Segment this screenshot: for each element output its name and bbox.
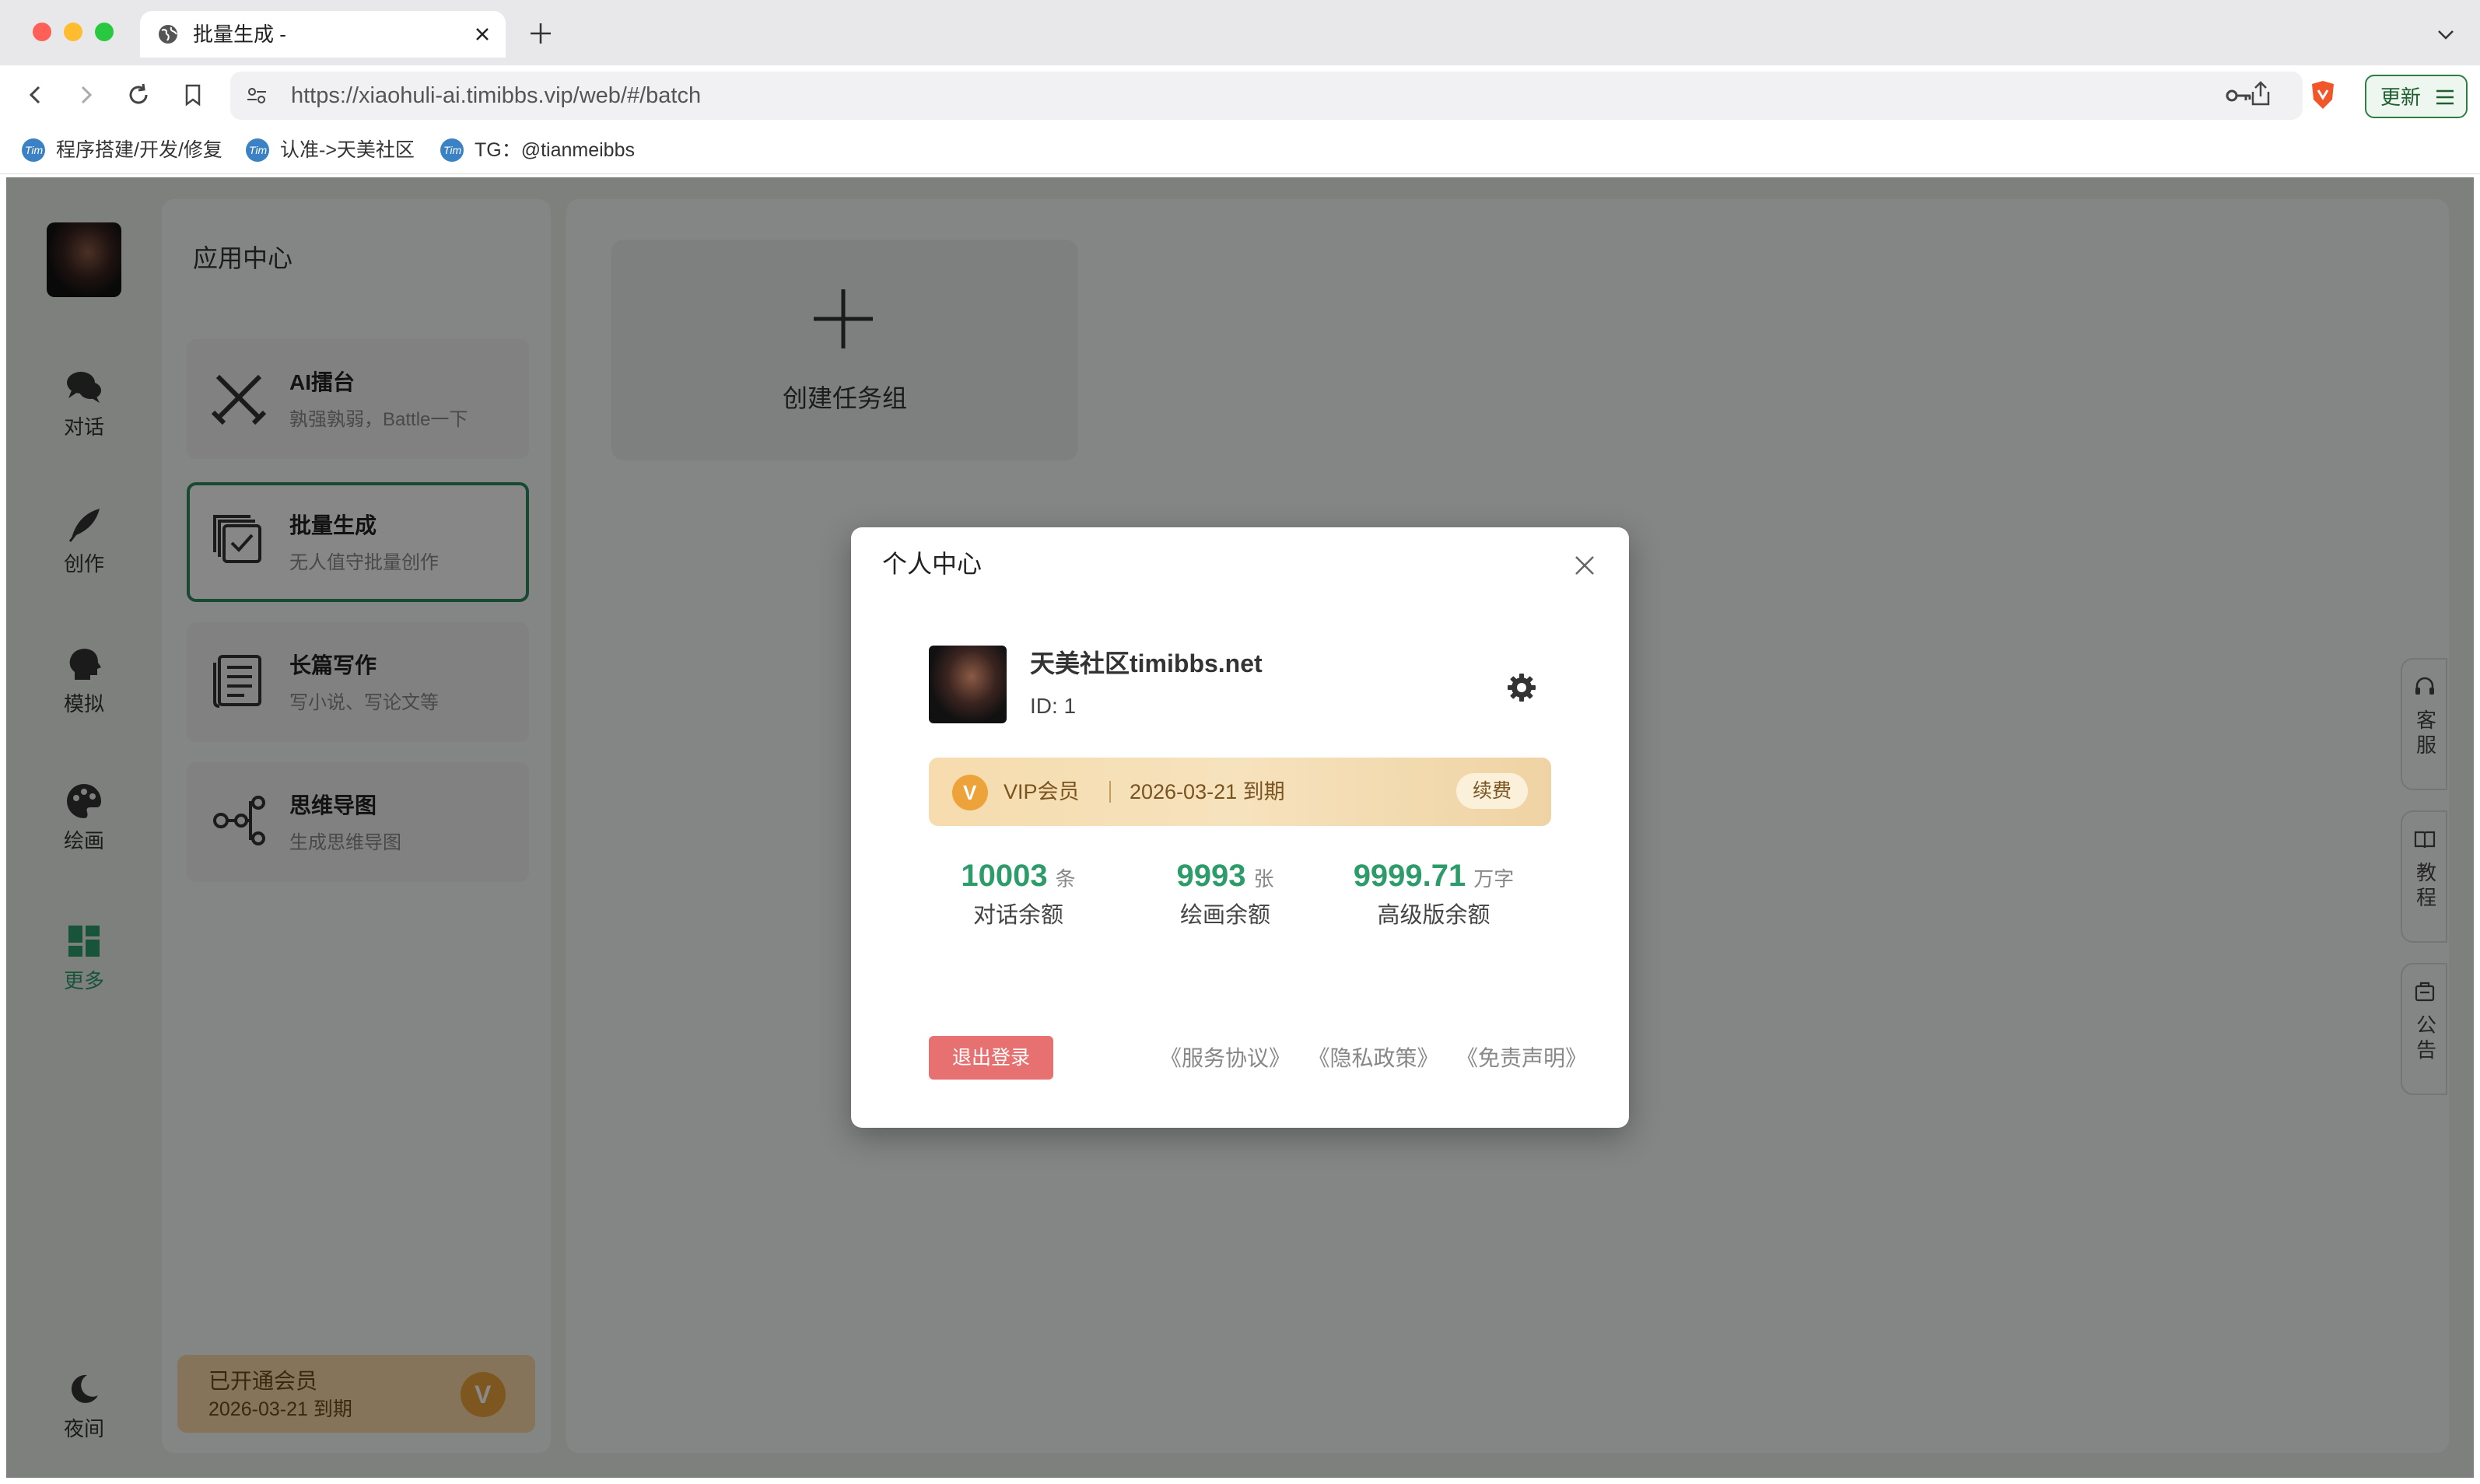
bookmark-favicon-icon: Tim bbox=[246, 138, 269, 162]
globe-icon bbox=[159, 25, 177, 44]
stat-value: 9999.71 bbox=[1353, 859, 1466, 893]
bookmark-item[interactable]: Tim TG：@tianmeibbs bbox=[440, 137, 650, 163]
bookmark-icon[interactable] bbox=[179, 81, 207, 109]
url-text[interactable]: https://xiaohuli-ai.timibbs.vip/web/#/ba… bbox=[291, 83, 701, 108]
bookmark-item[interactable]: Tim 认准->天美社区 bbox=[246, 137, 425, 163]
stat-unit: 条 bbox=[1055, 867, 1076, 891]
service-agreement-link[interactable]: 《服务协议》 bbox=[1160, 1046, 1291, 1070]
hamburger-menu-icon bbox=[2436, 89, 2454, 105]
address-bar[interactable]: https://xiaohuli-ai.timibbs.vip/web/#/ba… bbox=[230, 72, 2303, 120]
browser-toolbar: https://xiaohuli-ai.timibbs.vip/web/#/ba… bbox=[0, 65, 2480, 126]
bookmark-favicon-icon: Tim bbox=[440, 138, 464, 162]
stat-value: 10003 bbox=[961, 859, 1048, 893]
user-name: 天美社区timibbs.net bbox=[1030, 649, 1263, 677]
vip-badge-icon: V bbox=[952, 775, 988, 810]
user-id: ID: 1 bbox=[1030, 694, 1077, 718]
new-tab-icon[interactable] bbox=[527, 20, 554, 47]
brave-shield-icon[interactable] bbox=[2309, 79, 2337, 110]
close-icon[interactable] bbox=[1573, 554, 1596, 577]
bookmark-item[interactable]: Tim 程序搭建/开发/修复 bbox=[22, 137, 224, 163]
share-icon[interactable] bbox=[2248, 79, 2273, 107]
stat-draw-balance: 9993 张 绘画余额 bbox=[1120, 859, 1330, 936]
stat-label: 对话余额 bbox=[972, 903, 1063, 928]
disclaimer-link[interactable]: 《免责声明》 bbox=[1456, 1046, 1587, 1070]
logout-button[interactable]: 退出登录 bbox=[929, 1036, 1053, 1080]
stat-value: 9993 bbox=[1176, 859, 1246, 893]
bookmark-label: 程序搭建/开发/修复 bbox=[56, 139, 222, 161]
vip-label: VIP会员 bbox=[1004, 780, 1080, 803]
browser-tab[interactable]: 批量生成 - bbox=[140, 11, 506, 58]
bookmark-label: 认准->天美社区 bbox=[280, 139, 415, 161]
back-icon[interactable] bbox=[22, 81, 50, 109]
privacy-policy-link[interactable]: 《隐私政策》 bbox=[1308, 1046, 1439, 1070]
gear-icon[interactable] bbox=[1506, 672, 1537, 703]
personal-center-modal: 个人中心 天美社区timibbs.net ID: 1 V VIP会员 2026-… bbox=[851, 527, 1629, 1128]
stat-unit: 万字 bbox=[1473, 867, 1515, 891]
avatar bbox=[929, 646, 1007, 723]
stat-label: 绘画余额 bbox=[1179, 903, 1270, 928]
forward-icon[interactable] bbox=[72, 81, 100, 109]
update-button[interactable]: 更新 bbox=[2365, 75, 2468, 118]
policy-links: 《服务协议》 《隐私政策》 《免责声明》 bbox=[1146, 1045, 1587, 1073]
renew-button[interactable]: 续费 bbox=[1456, 773, 1528, 809]
stat-unit: 张 bbox=[1253, 867, 1274, 891]
minimize-window-button[interactable] bbox=[64, 23, 82, 41]
reload-icon[interactable] bbox=[124, 81, 152, 109]
stat-premium-balance: 9999.71 万字 高级版余额 bbox=[1329, 859, 1539, 936]
divider bbox=[1109, 781, 1111, 803]
stat-chat-balance: 10003 条 对话余额 bbox=[913, 859, 1123, 936]
close-tab-icon[interactable] bbox=[471, 23, 493, 45]
close-window-button[interactable] bbox=[33, 23, 51, 41]
site-settings-icon[interactable] bbox=[246, 85, 268, 107]
update-label: 更新 bbox=[2380, 86, 2422, 109]
bookmark-label: TG：@tianmeibbs bbox=[475, 139, 635, 161]
bookmark-favicon-icon: Tim bbox=[22, 138, 45, 162]
vip-status-bar: V VIP会员 2026-03-21 到期 续费 bbox=[929, 758, 1551, 826]
maximize-window-button[interactable] bbox=[95, 23, 114, 41]
tab-title: 批量生成 - bbox=[193, 23, 286, 46]
chevron-down-icon[interactable] bbox=[2435, 23, 2457, 45]
modal-title: 个人中心 bbox=[882, 550, 983, 578]
browser-titlebar: 批量生成 - bbox=[0, 0, 2480, 65]
bookmarks-bar: Tim 程序搭建/开发/修复 Tim 认准->天美社区 Tim TG：@tian… bbox=[0, 126, 2480, 174]
stat-label: 高级版余额 bbox=[1377, 903, 1490, 928]
vip-expiry: 2026-03-21 到期 bbox=[1130, 780, 1285, 803]
